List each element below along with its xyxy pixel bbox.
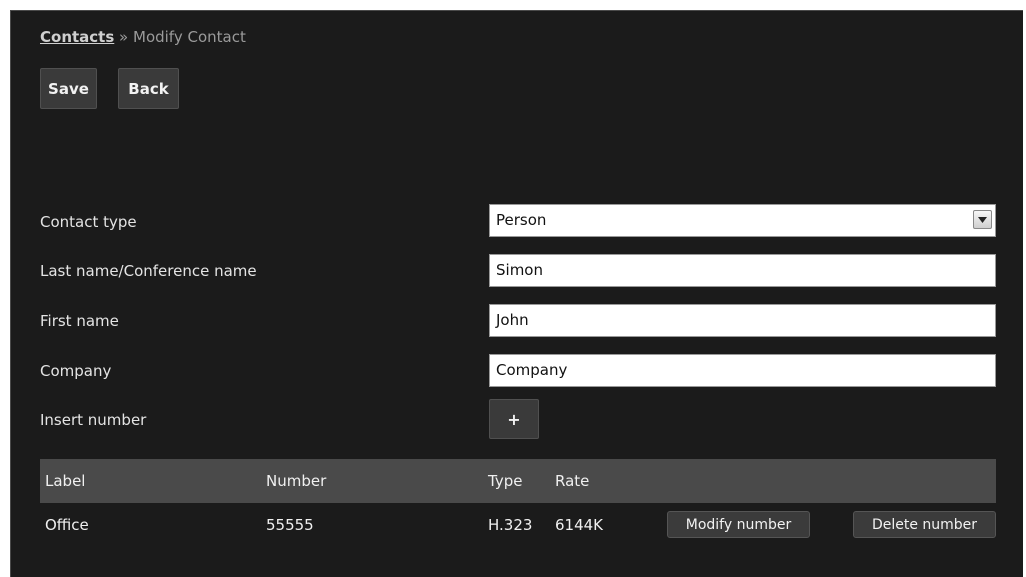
first-name-value: John: [496, 311, 529, 329]
row-rate: 6144K: [555, 516, 604, 534]
back-button[interactable]: Back: [118, 68, 179, 109]
header-type: Type: [488, 472, 523, 490]
last-name-input[interactable]: Simon: [489, 254, 996, 287]
last-name-label: Last name/Conference name: [40, 262, 257, 280]
breadcrumb: Contacts » Modify Contact: [40, 28, 246, 46]
insert-number-button[interactable]: +: [489, 399, 539, 439]
header-rate: Rate: [555, 472, 590, 490]
chevron-down-icon[interactable]: [973, 210, 992, 229]
company-label: Company: [40, 362, 112, 380]
modify-number-button[interactable]: Modify number: [667, 511, 810, 538]
delete-number-button[interactable]: Delete number: [853, 511, 996, 538]
breadcrumb-current: Modify Contact: [133, 28, 246, 46]
contact-type-label: Contact type: [40, 213, 137, 231]
header-number: Number: [266, 472, 327, 490]
first-name-input[interactable]: John: [489, 304, 996, 337]
breadcrumb-separator: »: [114, 28, 133, 46]
first-name-label: First name: [40, 312, 119, 330]
company-value: Company: [496, 361, 568, 379]
contact-editor-panel: Contacts » Modify Contact Save Back Cont…: [10, 10, 1023, 577]
contact-type-select[interactable]: Person: [489, 204, 996, 237]
table-row: Office 55555 H.323 6144K Modify number D…: [40, 503, 996, 547]
header-label: Label: [45, 472, 86, 490]
row-number: 55555: [266, 516, 314, 534]
company-input[interactable]: Company: [489, 354, 996, 387]
row-type: H.323: [488, 516, 533, 534]
insert-number-label: Insert number: [40, 411, 147, 429]
numbers-table-header: Label Number Type Rate: [40, 459, 996, 503]
row-label: Office: [45, 516, 89, 534]
last-name-value: Simon: [496, 261, 543, 279]
save-button[interactable]: Save: [40, 68, 97, 109]
breadcrumb-contacts-link[interactable]: Contacts: [40, 28, 114, 46]
contact-type-value: Person: [496, 211, 547, 229]
